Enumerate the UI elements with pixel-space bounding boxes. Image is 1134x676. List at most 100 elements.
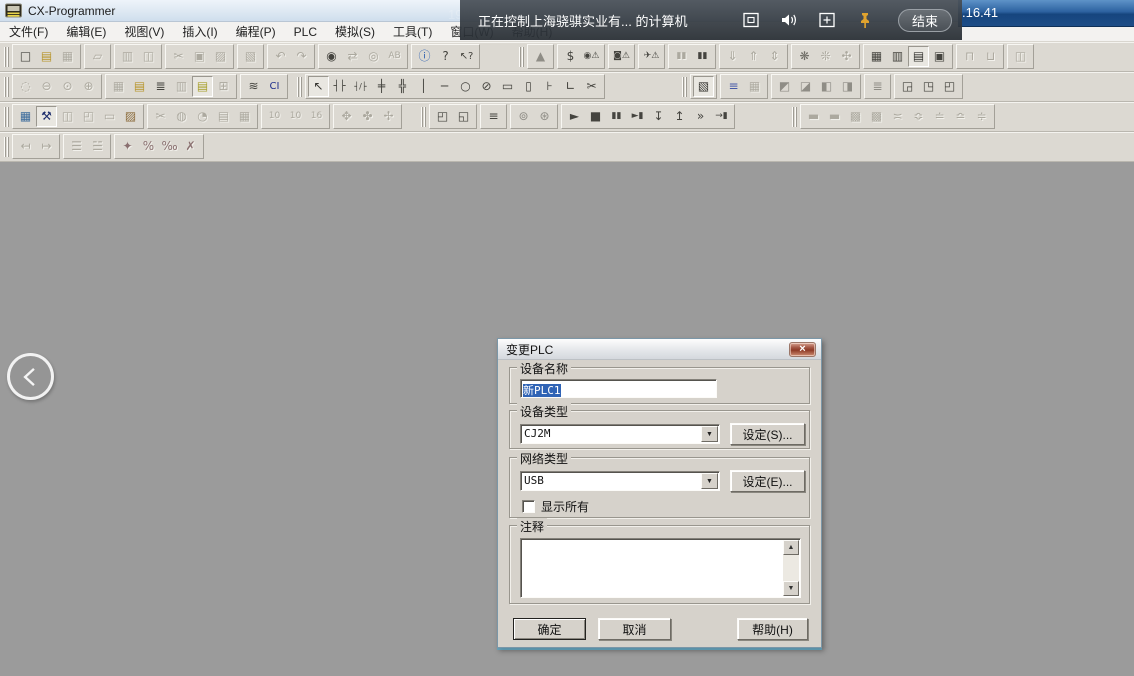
zoom-100-button[interactable]: ⊙ <box>57 76 78 97</box>
paste-clipboard-button[interactable]: ▧ <box>240 46 261 67</box>
monitor-hex-button[interactable]: 16 <box>306 106 327 127</box>
toolbar-drag-handle[interactable] <box>682 77 687 97</box>
pause-sampling-button[interactable]: ▮▮ <box>671 46 692 67</box>
help-topics-button[interactable]: ? <box>435 46 456 67</box>
pause-button[interactable]: ▮▮ <box>692 46 713 67</box>
toolbar-drag-handle[interactable] <box>519 47 524 67</box>
paste-button[interactable]: ▨ <box>210 46 231 67</box>
copy-button[interactable]: ▣ <box>189 46 210 67</box>
select-tool-button[interactable]: ↖ <box>308 76 329 97</box>
screen-select-icon[interactable] <box>816 10 838 30</box>
force-off-button[interactable]: ✤ <box>357 106 378 127</box>
toolbar-drag-handle[interactable] <box>297 77 302 97</box>
closed-coil-button[interactable]: ⊘ <box>476 76 497 97</box>
sim-run-to-break-button[interactable]: →▮ <box>711 106 732 127</box>
about-button[interactable]: ⓘ <box>414 46 435 67</box>
force-cancel-all-button[interactable]: ✗ <box>180 136 201 157</box>
menu-insert[interactable]: 插入(I) <box>173 21 226 42</box>
symbols-table-button[interactable]: ▥ <box>171 76 192 97</box>
indent-rung-button[interactable]: ↦ <box>36 136 57 157</box>
menu-tools[interactable]: 工具(T) <box>384 21 441 42</box>
menu-edit[interactable]: 编辑(E) <box>57 21 115 42</box>
cancel-button[interactable]: 取消 <box>598 618 671 640</box>
rung-comment-list-button[interactable]: ☰ <box>66 136 87 157</box>
io-table-button[interactable]: ▦ <box>866 46 887 67</box>
ladder-view-button[interactable]: ▤ <box>192 76 213 97</box>
data-trace-save-button[interactable]: ▬ <box>824 106 845 127</box>
arrange-windows-button[interactable]: ◱ <box>453 106 474 127</box>
binary-view-button[interactable]: ▦ <box>234 106 255 127</box>
cut-button[interactable]: ✂ <box>168 46 189 67</box>
trace-settings-button[interactable]: ▩ <box>845 106 866 127</box>
remove-watch-button[interactable]: ◪ <box>795 76 816 97</box>
function-block-button[interactable]: ▯ <box>518 76 539 97</box>
or-contact-button[interactable]: ╪ <box>371 76 392 97</box>
new-project-button[interactable]: □ <box>15 46 36 67</box>
redo-button[interactable]: ↷ <box>291 46 312 67</box>
menu-program[interactable]: 编程(P) <box>227 21 285 42</box>
validate-symbols-button[interactable]: ◧ <box>816 76 837 97</box>
sim-step-in-button[interactable]: ↧ <box>648 106 669 127</box>
auto-online-button[interactable]: $ <box>560 46 581 67</box>
print-button[interactable]: ▥ <box>117 46 138 67</box>
io-comment-view-button[interactable]: CI <box>264 76 285 97</box>
menu-view[interactable]: 视图(V) <box>115 21 173 42</box>
auto-connect-button[interactable]: ✈⚠ <box>641 46 662 67</box>
sim-step-run-button[interactable]: ►▮ <box>627 106 648 127</box>
sim-continuous-step-button[interactable]: » <box>690 106 711 127</box>
trace-execute-button[interactable]: ▩ <box>866 106 887 127</box>
retry-transfer-button[interactable]: ◍ <box>171 106 192 127</box>
horizontal-line-button[interactable]: ─ <box>434 76 455 97</box>
time-chart-monitor-button[interactable]: ⊔ <box>980 46 1001 67</box>
online-edit-cut-button[interactable]: ✂ <box>150 106 171 127</box>
new-window-button[interactable]: ◰ <box>432 106 453 127</box>
close-icon[interactable]: × <box>789 342 816 357</box>
context-help-button[interactable]: ↖? <box>456 46 477 67</box>
build-program-button[interactable]: ⚒ <box>36 106 57 127</box>
network-type-dropdown-arrow-icon[interactable]: ▼ <box>701 473 718 489</box>
mnemonics-tree-button[interactable]: ⊞ <box>213 76 234 97</box>
upload-from-plc-button[interactable]: ⇑ <box>743 46 764 67</box>
release-access-button[interactable]: ◔ <box>192 106 213 127</box>
save-project-button[interactable]: ▦ <box>57 46 78 67</box>
zoom-in-button[interactable]: ⊕ <box>78 76 99 97</box>
new-contact-button[interactable]: ┤├ <box>329 76 350 97</box>
device-name-input[interactable]: 新PLC1 <box>520 379 717 398</box>
sim-settings-button[interactable]: ⊛ <box>534 106 555 127</box>
open-project-button[interactable]: ▤ <box>36 46 57 67</box>
shared-comments-button[interactable]: ▤ <box>129 76 150 97</box>
show-all-checkbox[interactable] <box>522 500 535 513</box>
network-type-settings-button[interactable]: 设定(E)... <box>730 470 805 492</box>
differential-monitor-button[interactable]: ⊓ <box>959 46 980 67</box>
comment-textarea[interactable]: ▲ ▼ <box>520 538 801 598</box>
end-remote-button[interactable]: 结束 <box>898 9 952 32</box>
back-button[interactable] <box>7 353 54 400</box>
scroll-up-icon[interactable]: ▲ <box>783 540 799 555</box>
program-sections-button[interactable]: ▧ <box>693 76 714 97</box>
replace-button[interactable]: AB <box>384 46 405 67</box>
line-corner-button[interactable]: ∟ <box>560 76 581 97</box>
comment-scrollbar[interactable]: ▲ ▼ <box>783 540 799 596</box>
zoom-tool-button[interactable]: ◌ <box>15 76 36 97</box>
find-settings-button[interactable]: ⇄ <box>342 46 363 67</box>
outdent-rung-button[interactable]: ↤ <box>15 136 36 157</box>
plc-settings-button[interactable]: ▤ <box>908 46 929 67</box>
device-type-combobox[interactable]: CJ2M ▼ <box>520 424 720 444</box>
differential-list-button[interactable]: ≣ <box>867 76 888 97</box>
sim-stop-button[interactable]: ■ <box>585 106 606 127</box>
output-window-button[interactable]: ◳ <box>918 76 939 97</box>
watch-window-button[interactable]: ◲ <box>897 76 918 97</box>
edit-notes-button[interactable]: ▤ <box>213 106 234 127</box>
timing-chart-5-button[interactable]: ≑ <box>971 106 992 127</box>
rung-comment-pin-button[interactable]: ☱ <box>87 136 108 157</box>
data-trace-read-button[interactable]: ▬ <box>803 106 824 127</box>
instruction-button[interactable]: ▭ <box>497 76 518 97</box>
dialog-title-bar[interactable]: 变更PLC × <box>498 339 821 360</box>
rung-annotations-button[interactable]: ≣ <box>150 76 171 97</box>
closed-contact-button[interactable]: ┤/├ <box>350 76 371 97</box>
device-type-dropdown-arrow-icon[interactable]: ▼ <box>701 426 718 442</box>
fb-parameter-button[interactable]: ⊦ <box>539 76 560 97</box>
download-to-plc-button[interactable]: ⇓ <box>722 46 743 67</box>
toolbar-drag-handle[interactable] <box>421 107 426 127</box>
sim-run-button[interactable]: ► <box>564 106 585 127</box>
